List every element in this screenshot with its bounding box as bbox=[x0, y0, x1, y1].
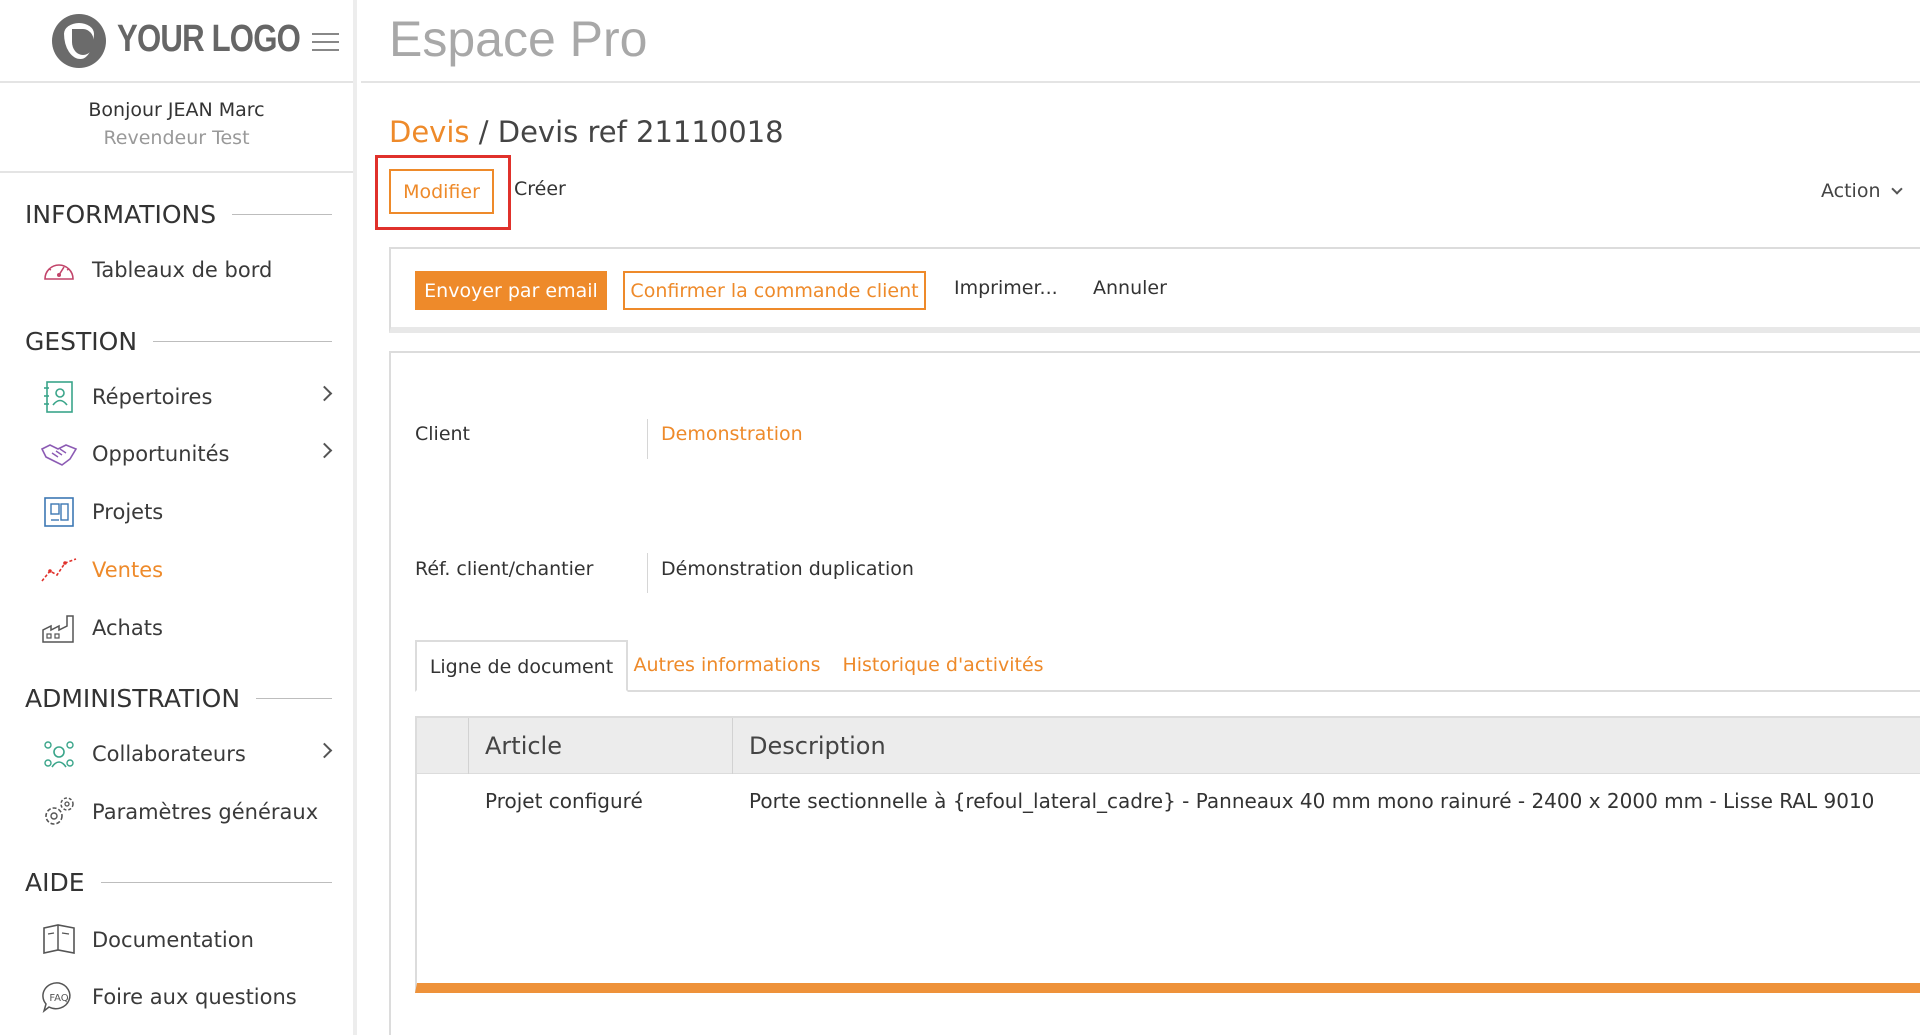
creer-button[interactable]: Créer bbox=[514, 178, 566, 200]
chevron-right-icon bbox=[316, 742, 333, 759]
chevron-right-icon bbox=[316, 442, 333, 459]
book-icon bbox=[40, 921, 78, 959]
blueprint-icon bbox=[40, 493, 78, 531]
field-divider bbox=[647, 553, 648, 593]
cell-description: Porte sectionnelle à {refoul_lateral_cad… bbox=[749, 789, 1875, 813]
sidebar-item-label: Tableaux de bord bbox=[92, 258, 273, 282]
contacts-book-icon bbox=[40, 378, 78, 416]
page-title: Espace Pro bbox=[389, 11, 648, 67]
dashboard-gauge-icon bbox=[40, 251, 78, 289]
action-label: Action bbox=[1821, 180, 1881, 202]
cancel-button[interactable]: Annuler bbox=[1093, 277, 1167, 299]
sidebar-item-tableaux-de-bord[interactable]: Tableaux de bord bbox=[40, 247, 340, 293]
logo-text: YOUR LOGO bbox=[117, 18, 301, 60]
modifier-button[interactable]: Modifier bbox=[389, 169, 494, 214]
tab-historique-activites[interactable]: Historique d'activités bbox=[838, 640, 1048, 692]
client-value-link[interactable]: Demonstration bbox=[661, 423, 803, 445]
sales-chart-icon bbox=[40, 551, 78, 589]
team-icon bbox=[40, 735, 78, 773]
factory-icon bbox=[40, 609, 78, 647]
field-divider bbox=[647, 419, 648, 459]
hamburger-menu-icon[interactable] bbox=[312, 33, 339, 51]
sidebar-item-label: Achats bbox=[92, 616, 163, 640]
section-title: AIDE bbox=[25, 868, 85, 897]
chevron-right-icon bbox=[316, 385, 333, 402]
user-greeting: Bonjour JEAN Marc bbox=[88, 99, 265, 121]
send-email-button[interactable]: Envoyer par email bbox=[415, 271, 607, 310]
section-title: ADMINISTRATION bbox=[25, 684, 241, 713]
sidebar-item-label: Ventes bbox=[92, 558, 164, 582]
ref-label: Réf. client/chantier bbox=[415, 558, 594, 580]
section-informations: INFORMATIONS bbox=[25, 200, 332, 229]
handshake-icon bbox=[40, 435, 78, 473]
sidebar-item-collaborateurs[interactable]: Collaborateurs bbox=[40, 731, 340, 777]
user-role: Revendeur Test bbox=[103, 127, 250, 149]
sidebar-item-opportunites[interactable]: Opportunités bbox=[40, 431, 340, 477]
sidebar-item-ventes[interactable]: Ventes bbox=[40, 547, 340, 593]
breadcrumb-separator: / bbox=[469, 115, 498, 149]
sidebar-item-label: Paramètres généraux bbox=[92, 800, 319, 824]
sidebar-item-label: Opportunités bbox=[92, 442, 230, 466]
logo-bar: YOUR LOGO bbox=[0, 0, 353, 83]
ref-value: Démonstration duplication bbox=[661, 558, 914, 580]
section-title: GESTION bbox=[25, 327, 138, 356]
sidebar-item-label: Foire aux questions bbox=[92, 985, 297, 1009]
logo-icon bbox=[52, 14, 106, 68]
tab-ligne-de-document[interactable]: Ligne de document bbox=[415, 640, 628, 692]
section-divider bbox=[100, 882, 332, 883]
action-dropdown[interactable]: Action bbox=[1821, 180, 1903, 202]
sidebar: YOUR LOGO Bonjour JEAN Marc Revendeur Te… bbox=[0, 0, 357, 1035]
top-bar: Espace Pro bbox=[361, 0, 1920, 83]
print-button[interactable]: Imprimer... bbox=[954, 277, 1058, 299]
sidebar-item-label: Documentation bbox=[92, 928, 254, 952]
breadcrumb-current: Devis ref 21110018 bbox=[497, 115, 784, 149]
column-header-article: Article bbox=[468, 718, 732, 774]
table-header: Article Description bbox=[417, 718, 1920, 774]
sidebar-item-faq[interactable]: FAQ Foire aux questions bbox=[40, 974, 340, 1020]
sidebar-item-label: Collaborateurs bbox=[92, 742, 246, 766]
chevron-down-icon bbox=[1890, 183, 1903, 195]
section-divider bbox=[153, 341, 332, 342]
tab-autres-informations[interactable]: Autres informations bbox=[633, 640, 821, 692]
sidebar-item-repertoires[interactable]: Répertoires bbox=[40, 374, 340, 420]
section-divider bbox=[232, 214, 332, 215]
sidebar-item-projets[interactable]: Projets bbox=[40, 489, 340, 535]
faq-icon: FAQ bbox=[40, 978, 78, 1016]
sidebar-item-label: Répertoires bbox=[92, 385, 213, 409]
gears-icon bbox=[40, 793, 78, 831]
user-box: Bonjour JEAN Marc Revendeur Test bbox=[0, 83, 353, 173]
sidebar-item-documentation[interactable]: Documentation bbox=[40, 917, 340, 963]
cell-article: Projet configuré bbox=[485, 789, 643, 813]
sidebar-item-label: Projets bbox=[92, 500, 164, 524]
section-administration: ADMINISTRATION bbox=[25, 684, 332, 713]
sidebar-item-achats[interactable]: Achats bbox=[40, 605, 340, 651]
confirm-order-button[interactable]: Confirmer la commande client bbox=[623, 271, 926, 310]
document-lines-table: Article Description Projet configuré Por… bbox=[415, 716, 1920, 993]
section-divider bbox=[256, 698, 332, 699]
sidebar-item-parametres-generaux[interactable]: Paramètres généraux bbox=[40, 789, 340, 835]
client-label: Client bbox=[415, 423, 471, 445]
column-header-description: Description bbox=[732, 718, 1920, 774]
svg-text:FAQ: FAQ bbox=[49, 993, 68, 1004]
section-title: INFORMATIONS bbox=[25, 200, 217, 229]
section-gestion: GESTION bbox=[25, 327, 332, 356]
breadcrumb-devis-link[interactable]: Devis bbox=[389, 115, 470, 149]
breadcrumb: Devis / Devis ref 21110018 bbox=[389, 115, 784, 149]
section-aide: AIDE bbox=[25, 868, 332, 897]
tabs-bar: Ligne de document Autres informations Hi… bbox=[415, 640, 1920, 692]
